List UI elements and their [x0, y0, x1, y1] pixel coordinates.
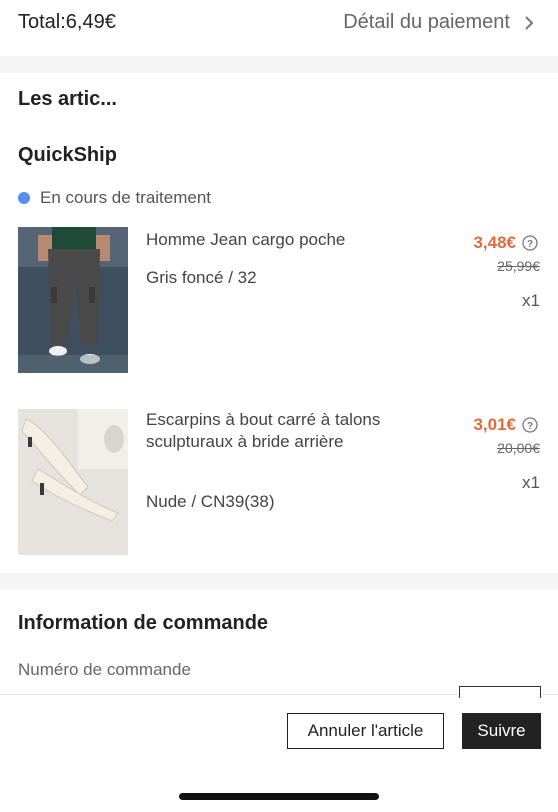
price-value: 3,01€ — [473, 415, 516, 434]
status-text: En cours de traitement — [40, 188, 212, 207]
quantity: x1 — [522, 291, 540, 310]
bottom-action-bar: Annuler l'article Suivre — [0, 686, 558, 812]
section-divider — [0, 573, 558, 590]
payment-detail-label: Détail du paiement — [343, 11, 510, 33]
payment-detail-link[interactable]: Détail du paiement — [343, 11, 538, 34]
product-image-heels[interactable] — [18, 409, 128, 555]
chevron-right-icon — [520, 14, 538, 32]
order-total: Total:6,49€ — [18, 11, 116, 33]
product-price: 3,01€ ? — [473, 415, 538, 435]
svg-text:?: ? — [527, 421, 533, 432]
section-divider — [0, 56, 558, 73]
order-status: En cours de traitement — [18, 188, 211, 208]
quantity: x1 — [522, 473, 540, 492]
cancel-item-button[interactable]: Annuler l'article — [287, 713, 444, 749]
product-variant: Gris foncé / 32 — [146, 268, 257, 287]
original-price: 20,00€ — [497, 440, 540, 456]
original-price: 25,99€ — [497, 258, 540, 274]
list-item[interactable]: Homme Jean cargo poche Gris foncé / 32 3… — [0, 227, 558, 377]
track-button[interactable]: Suivre — [462, 713, 541, 749]
svg-text:?: ? — [527, 239, 533, 250]
order-info-title: Information de commande — [18, 612, 269, 634]
home-indicator[interactable] — [179, 793, 379, 800]
price-value: 3,48€ — [473, 233, 516, 252]
total-row: Total:6,49€ Détail du paiement — [0, 0, 558, 50]
order-detail-page: Total:6,49€ Détail du paiement Les artic… — [0, 0, 558, 812]
shipping-method-title: QuickShip — [18, 144, 117, 166]
product-price: 3,48€ ? — [473, 233, 538, 253]
product-variant: Nude / CN39(38) — [146, 492, 275, 511]
product-name[interactable]: Homme Jean cargo poche — [146, 229, 426, 251]
status-dot-icon — [18, 192, 30, 204]
list-item[interactable]: Escarpins à bout carré à talons sculptur… — [0, 409, 558, 559]
help-circle-icon[interactable]: ? — [522, 235, 538, 251]
copy-button[interactable] — [459, 686, 541, 698]
product-image-jeans[interactable] — [18, 227, 128, 373]
help-circle-icon[interactable]: ? — [522, 417, 538, 433]
product-name[interactable]: Escarpins à bout carré à talons sculptur… — [146, 409, 426, 453]
items-section-title: Les artic... — [18, 88, 117, 110]
order-number-label: Numéro de commande — [18, 660, 191, 679]
